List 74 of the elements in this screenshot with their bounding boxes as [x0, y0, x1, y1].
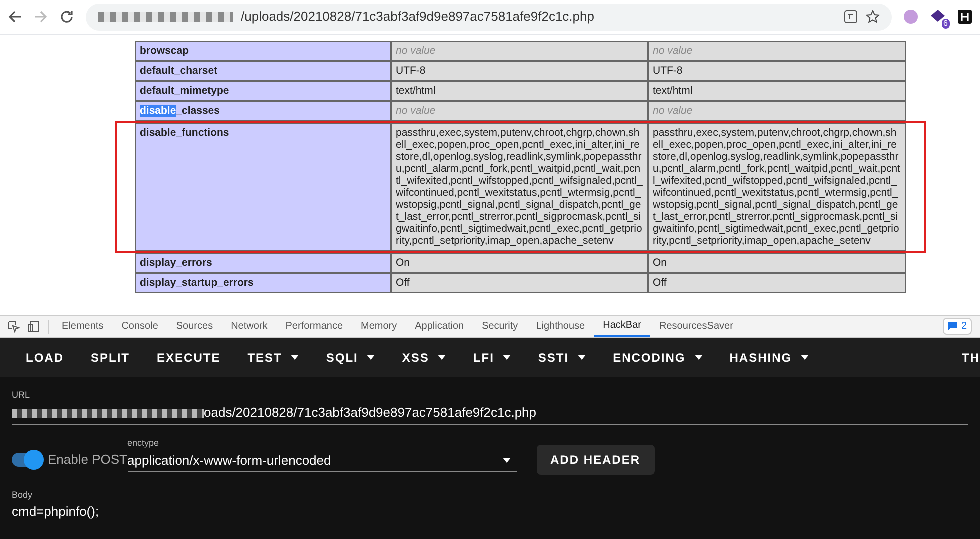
devtools-tab[interactable]: Network — [222, 316, 277, 337]
extension-icon[interactable] — [930, 9, 946, 25]
value-cell: text/html — [391, 81, 648, 101]
menu-button[interactable]: EXECUTE — [157, 348, 221, 366]
directive-cell: default_mimetype — [135, 81, 391, 101]
value-cell: Off — [648, 273, 906, 293]
caret-icon — [291, 355, 300, 360]
menu-button[interactable]: SPLIT — [91, 348, 130, 366]
add-header-button[interactable]: ADD HEADER — [536, 444, 655, 474]
devtools-tab[interactable]: Memory — [352, 316, 406, 337]
directive-cell: disable_classes — [135, 101, 391, 121]
inspect-icon[interactable] — [8, 320, 20, 332]
body-field[interactable]: cmd=phpinfo(); — [12, 502, 968, 522]
value-cell: no value — [648, 41, 906, 61]
menu-button[interactable]: TH — [962, 348, 980, 366]
caret-icon — [694, 355, 703, 360]
directive-cell: display_startup_errors — [135, 273, 391, 293]
directive-cell: display_errors — [135, 253, 391, 273]
devtools-tab[interactable]: Performance — [276, 316, 352, 337]
value-cell: On — [391, 253, 648, 273]
value-cell: UTF-8 — [648, 61, 906, 81]
devtools-tab[interactable]: Console — [112, 316, 168, 337]
value-cell: no value — [648, 101, 906, 121]
menu-button[interactable]: LFI — [473, 348, 512, 366]
menu-button[interactable]: LOAD — [26, 348, 64, 366]
message-icon — [948, 322, 958, 331]
value-cell: passthru,exec,system,putenv,chroot,chgrp,chown,shell_exec,popen,proc_open,pcntl_exec,ini_alter,ini_restore,dl,openlog,syslog,readlink,symlink,popepassthru,pcntl_alarm,pcntl_fork,pcntl_waitpid,pcntl_wait,pcntl_wifexited,pcntl_wifstopped,pcntl_wifsignaled,pcntl_wifcontinued,pcntl_wexitstatus,pcntl_wtermsig,pcntl_wstopsig,pcntl_signal,pcntl_signal_dispatch,pcntl_get_last_error,pcntl_strerror,pcntl_sigprocmask,pcntl_sigwaitinfo,pcntl_sigtimedwait,pcntl_exec,pcntl_getpriority,pcntl_setpriority,imap_open,apache_setenv — [648, 123, 906, 251]
device-icon[interactable] — [28, 320, 40, 332]
devtools-tab[interactable]: Elements — [53, 316, 113, 337]
caret-icon — [502, 458, 510, 464]
caret-icon — [578, 355, 586, 360]
directive-cell: disable_functions — [135, 123, 391, 251]
caret-icon — [801, 355, 810, 360]
caret-icon — [503, 355, 512, 360]
extension-icon[interactable] — [958, 10, 972, 24]
url-text: /uploads/20210828/71c3abf3af9d9e897ac7581afe9f2c1c.php — [241, 8, 594, 26]
directive-cell: browscap — [135, 41, 391, 61]
menu-button[interactable]: HASHING — [730, 348, 810, 366]
back-icon[interactable] — [8, 10, 22, 24]
devtools-tab[interactable]: Sources — [167, 316, 222, 337]
translate-icon[interactable] — [844, 10, 858, 24]
caret-icon — [367, 355, 376, 360]
devtools-tab[interactable]: Application — [406, 316, 474, 337]
value-cell: no value — [391, 101, 648, 121]
devtools-tab[interactable]: Security — [473, 316, 528, 337]
caret-icon — [438, 355, 446, 360]
menu-button[interactable]: SQLI — [326, 348, 376, 366]
directive-cell: default_charset — [135, 61, 391, 81]
value-cell: On — [648, 253, 906, 273]
body-label: Body — [12, 488, 34, 502]
devtools-tab[interactable]: ResourcesSaver — [650, 316, 742, 337]
menu-button[interactable]: TEST — [248, 348, 300, 366]
url-label: URL — [12, 389, 32, 402]
extension-badge: 6 — [942, 19, 950, 29]
menu-button[interactable]: ENCODING — [613, 348, 703, 366]
value-cell: no value — [391, 41, 648, 61]
url-value: oads/20210828/71c3abf3af9d9e897ac7581afe9f2c1c.php — [204, 404, 537, 422]
value-cell: UTF-8 — [391, 61, 648, 81]
menu-button[interactable]: SSTI — [538, 348, 586, 366]
value-cell: text/html — [648, 81, 906, 101]
message-badge[interactable]: 2 — [943, 318, 972, 335]
value-cell: Off — [391, 273, 648, 293]
message-count: 2 — [961, 320, 967, 334]
reload-icon[interactable] — [60, 10, 74, 24]
enctype-select[interactable]: application/x-www-form-urlencoded — [128, 450, 516, 472]
post-toggle[interactable] — [12, 452, 42, 466]
address-bar[interactable]: /uploads/20210828/71c3abf3af9d9e897ac7581afe9f2c1c.php — [86, 4, 892, 30]
star-icon[interactable] — [866, 10, 880, 24]
devtools-tab[interactable]: Lighthouse — [527, 316, 594, 337]
url-field[interactable]: oads/20210828/71c3abf3af9d9e897ac7581afe9f2c1c.php — [12, 402, 968, 424]
menu-button[interactable]: XSS — [402, 348, 446, 366]
value-cell: passthru,exec,system,putenv,chroot,chgrp,chown,shell_exec,popen,proc_open,pcntl_exec,ini_alter,ini_restore,dl,openlog,syslog,readlink,symlink,popepassthru,pcntl_alarm,pcntl_fork,pcntl_waitpid,pcntl_wait,pcntl_wifexited,pcntl_wifstopped,pcntl_wifsignaled,pcntl_wifcontinued,pcntl_wexitstatus,pcntl_wtermsig,pcntl_wstopsig,pcntl_signal,pcntl_signal_dispatch,pcntl_get_last_error,pcntl_strerror,pcntl_sigprocmask,pcntl_sigwaitinfo,pcntl_sigtimedwait,pcntl_exec,pcntl_getpriority,pcntl_setpriority,imap_open,apache_setenv — [391, 123, 648, 251]
enctype-label: enctype — [128, 436, 160, 450]
post-toggle-label: Enable POST — [48, 450, 128, 469]
